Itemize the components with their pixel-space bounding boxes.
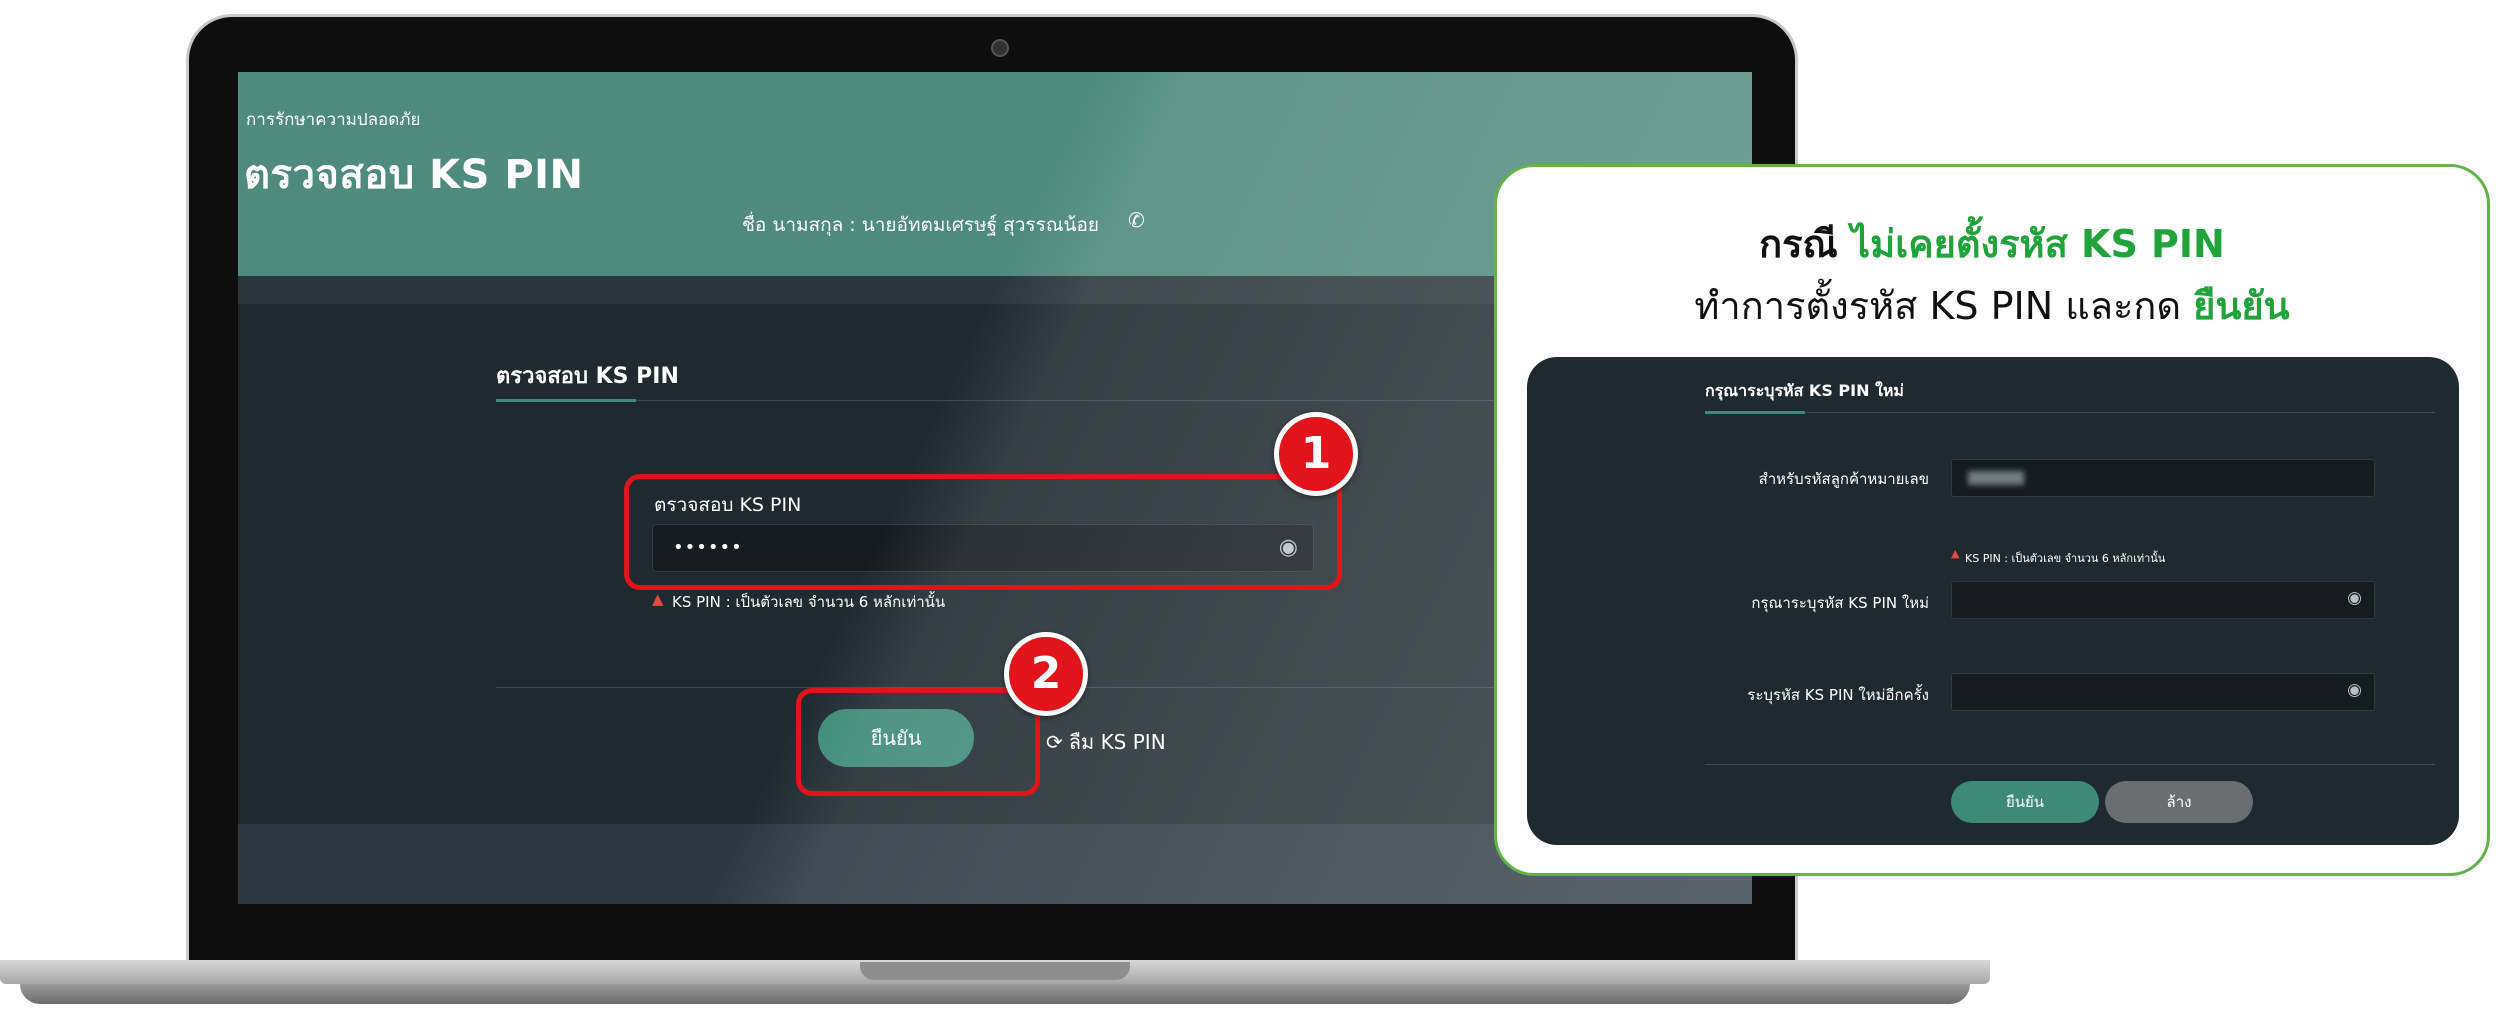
callout-line-1-highlight: ไม่เคยตั้งรหัส KS PIN <box>1851 222 2225 266</box>
highlight-pin-field <box>624 474 1342 590</box>
eye-icon[interactable]: ◉ <box>2347 588 2362 608</box>
breadcrumb: การรักษาความปลอดภัย <box>246 110 421 130</box>
new-pin-input[interactable]: ◉ <box>1951 581 2375 619</box>
step-2-badge: 2 <box>1004 632 1088 716</box>
webcam-icon <box>991 39 1009 57</box>
new-pin-divider <box>1705 412 2435 413</box>
callout-line-2-prefix: ทำการตั้งรหัส KS PIN และกด <box>1694 284 2194 328</box>
new-pin-accent <box>1705 411 1805 414</box>
callout-line-2-highlight: ยืนยัน <box>2193 284 2290 328</box>
callout-line-2: ทำการตั้งรหัส KS PIN และกด ยืนยัน <box>1497 275 2487 336</box>
laptop-notch <box>860 962 1130 980</box>
new-pin-label: กรุณาระบุรหัส KS PIN ใหม่ <box>1751 594 1929 612</box>
new-pin-footer-divider <box>1705 764 2435 765</box>
step-1-badge: 1 <box>1274 412 1358 496</box>
callout-line-1-prefix: กรณี <box>1759 222 1852 266</box>
new-pin-confirm-button[interactable]: ยืนยัน <box>1951 781 2099 823</box>
user-name: ชื่อ นามสกุล : นายอัทตมเศรษฐ์ สุวรรณน้อย <box>742 214 1099 236</box>
laptop-base-bottom <box>20 984 1970 1004</box>
new-pin-hint: KS PIN : เป็นตัวเลข จำนวน 6 หลักเท่านั้น <box>1965 552 2166 565</box>
pin-hint: KS PIN : เป็นตัวเลข จำนวน 6 หลักเท่านั้น <box>672 593 946 611</box>
page-title: ตรวจสอบ KS PIN <box>244 152 584 198</box>
highlight-confirm-button <box>796 688 1040 796</box>
forgot-pin-link[interactable]: ⟳ ลืม KS PIN <box>1046 726 1166 758</box>
confirm-pin-input[interactable]: ◉ <box>1951 673 2375 711</box>
new-pin-title: กรุณาระบุรหัส KS PIN ใหม่ <box>1705 381 1904 400</box>
confirm-pin-label: ระบุรหัส KS PIN ใหม่อีกครั้ง <box>1747 686 1929 704</box>
warning-icon: ▲ <box>652 590 664 608</box>
refresh-icon: ⟳ <box>1046 730 1063 754</box>
section-accent <box>496 399 636 402</box>
eye-icon[interactable]: ◉ <box>2347 680 2362 700</box>
customer-id-field <box>1951 459 2375 497</box>
new-pin-clear-button[interactable]: ล้าง <box>2105 781 2253 823</box>
section-title: ตรวจสอบ KS PIN <box>496 364 679 389</box>
callout-line-1: กรณี ไม่เคยตั้งรหัส KS PIN <box>1497 213 2487 274</box>
new-pin-panel: กรุณาระบุรหัส KS PIN ใหม่ สำหรับรหัสลูกค… <box>1527 357 2459 845</box>
warning-icon: ▲ <box>1951 547 1960 560</box>
instruction-callout: กรณี ไม่เคยตั้งรหัส KS PIN ทำการตั้งรหัส… <box>1494 164 2490 876</box>
masked-customer-id <box>1968 471 2024 485</box>
forgot-pin-label: ลืม KS PIN <box>1068 730 1166 754</box>
customer-id-label: สำหรับรหัสลูกค้าหมายเลข <box>1758 470 1929 488</box>
phone-icon[interactable]: ✆ <box>1128 208 1145 232</box>
